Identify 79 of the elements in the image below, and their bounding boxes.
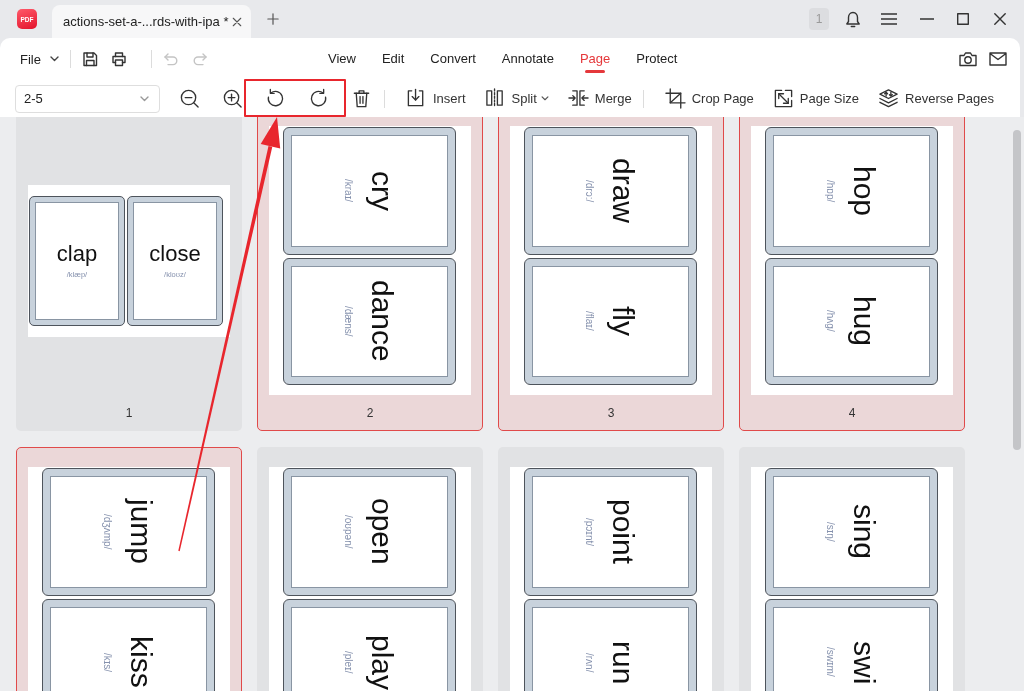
insert-button[interactable]: Insert xyxy=(406,85,466,112)
chevron-down-icon xyxy=(49,56,59,62)
card-word: play xyxy=(366,634,397,690)
page-number: 3 xyxy=(606,404,616,422)
card-word: run xyxy=(607,640,638,684)
card-pronunciation: /drɔː/ xyxy=(583,179,594,202)
page-size-button[interactable]: Page Size xyxy=(772,85,860,112)
merge-button[interactable]: Merge xyxy=(567,85,632,112)
card-pronunciation: /sɪŋ/ xyxy=(824,521,835,542)
ribbon-tab[interactable]: Edit xyxy=(381,43,405,75)
printer-icon xyxy=(110,51,127,67)
card-pronunciation: /dæns/ xyxy=(342,305,353,337)
ribbon-tab[interactable]: Convert xyxy=(430,43,476,75)
card-word: dance xyxy=(366,280,397,363)
crop-page-button[interactable]: Crop Page xyxy=(664,85,754,112)
card-word: point xyxy=(607,499,638,565)
close-icon[interactable] xyxy=(232,16,242,27)
menu-icon[interactable] xyxy=(881,13,897,25)
ribbon-tab[interactable]: Annotate xyxy=(501,43,554,75)
card-pronunciation: /swɪm/ xyxy=(824,647,835,678)
ribbon-tab[interactable]: View xyxy=(327,43,356,75)
crop-icon xyxy=(664,88,686,109)
card-pronunciation: /dʒʌmp/ xyxy=(101,514,112,550)
card-pronunciation: /rʌn/ xyxy=(583,652,594,672)
page-number: 4 xyxy=(847,404,857,422)
card-pronunciation: /flaɪ/ xyxy=(583,311,594,332)
card-pronunciation: /hʌg/ xyxy=(824,310,835,333)
card-word: jump xyxy=(125,499,156,565)
card-word: open xyxy=(366,498,397,566)
document-tab[interactable]: actions-set-a-...rds-with-ipa * xyxy=(52,5,251,38)
split-button[interactable]: Split xyxy=(484,85,549,112)
merge-icon xyxy=(567,88,589,109)
card-word: kiss xyxy=(125,636,156,689)
page-thumbnail-cell[interactable]: hop /hɒp/ hug /hʌg/ 4 xyxy=(739,117,965,431)
scrollbar-thumb[interactable] xyxy=(1013,130,1021,450)
ribbon-tab[interactable]: Page xyxy=(579,43,611,75)
zoom-in-icon xyxy=(221,88,243,109)
undo-icon xyxy=(162,51,179,67)
card-pronunciation: /kraɪ/ xyxy=(342,179,353,203)
print-button[interactable] xyxy=(110,51,127,67)
add-icon[interactable] xyxy=(267,13,279,25)
page-thumbnail-cell[interactable]: point /pɔɪnt/ run /rʌn/ xyxy=(498,447,724,691)
camera-icon[interactable] xyxy=(959,51,977,67)
card-pronunciation: /pleɪ/ xyxy=(342,651,353,674)
redo-icon xyxy=(191,51,208,67)
reverse-pages-button[interactable]: Reverse Pages xyxy=(878,85,994,112)
card-word: hop xyxy=(848,165,879,216)
maximize-icon[interactable] xyxy=(957,13,969,25)
card-pronunciation: /hɒp/ xyxy=(824,179,835,202)
page-thumbnail-cell[interactable]: jump /dʒʌmp/ kiss /kɪs/ xyxy=(16,447,242,691)
card-word: draw xyxy=(607,158,638,224)
save-button[interactable] xyxy=(81,51,98,67)
page-thumbnail-cell[interactable]: sing /sɪŋ/ swi /swɪm/ xyxy=(739,447,965,691)
card-word: swi xyxy=(848,640,879,684)
resize-icon xyxy=(772,88,794,109)
page-number: 2 xyxy=(365,404,375,422)
card-word: hug xyxy=(848,296,879,347)
card-pronunciation: /pɔɪnt/ xyxy=(583,517,594,546)
close-icon[interactable] xyxy=(994,13,1006,25)
card-word: close xyxy=(149,242,201,265)
card-word: cry xyxy=(366,170,397,211)
page-thumbnail-cell[interactable]: open /oʊpən/ play /pleɪ/ xyxy=(257,447,483,691)
ribbon-tab[interactable]: Protect xyxy=(636,43,678,75)
split-icon xyxy=(484,88,506,109)
page-number: 1 xyxy=(124,404,134,422)
card-pronunciation: /oʊpən/ xyxy=(342,515,353,549)
chevron-down-icon xyxy=(140,95,149,102)
mail-icon[interactable] xyxy=(989,52,1007,66)
card-pronunciation: /kɪs/ xyxy=(101,652,112,672)
card-word: clap xyxy=(56,242,98,265)
bell-icon[interactable] xyxy=(845,10,861,28)
layers-icon xyxy=(878,88,900,109)
page-thumbnail-cell[interactable]: draw /drɔː/ fly /flaɪ/ 3 xyxy=(498,117,724,431)
page-range-dropdown[interactable]: 2-5 xyxy=(15,84,160,113)
file-menu[interactable]: File xyxy=(20,47,59,71)
zoom-out-icon xyxy=(178,88,200,109)
page-thumbnail-cell[interactable]: cry /kraɪ/ dance /dæns/ 2 xyxy=(257,117,483,431)
card-word: sing xyxy=(848,504,879,560)
card-word: fly xyxy=(607,306,638,337)
